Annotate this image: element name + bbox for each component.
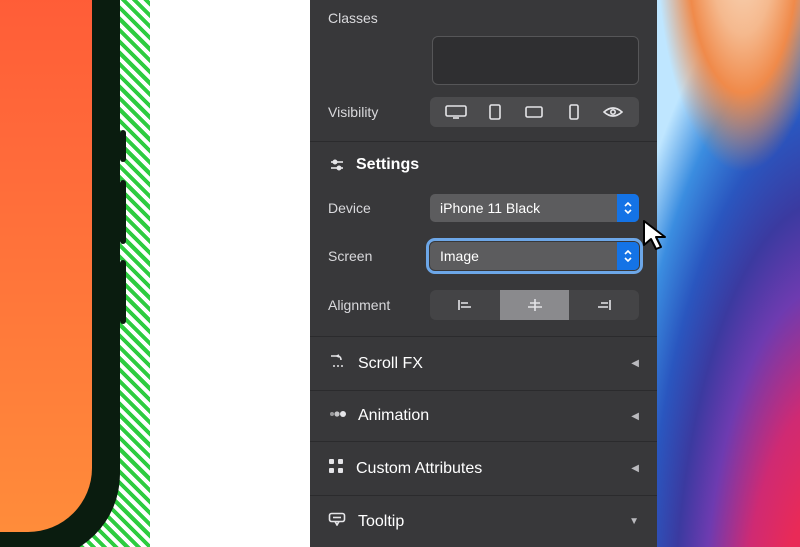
chevron-left-icon: ◀ <box>631 411 639 422</box>
visibility-toggle-group <box>430 97 639 127</box>
settings-title: Settings <box>356 156 419 174</box>
tooltip-section-header[interactable]: Tooltip ▼ <box>310 495 657 547</box>
sliders-icon <box>328 156 346 174</box>
chevron-down-icon: ▼ <box>629 516 639 527</box>
scrollfx-section-header[interactable]: Scroll FX ◀ <box>310 336 657 390</box>
phone-mute-switch <box>120 130 126 162</box>
device-label: Device <box>328 200 430 216</box>
inspector-panel: Classes Visibility Settings Device iPhon… <box>310 0 657 547</box>
visibility-eye-icon[interactable] <box>600 102 626 122</box>
device-preview-column: 274 gs 12 al <box>0 0 150 547</box>
align-center-button[interactable] <box>500 290 570 320</box>
visibility-phone-icon[interactable] <box>561 102 587 122</box>
device-select[interactable]: iPhone 11 Black <box>430 194 639 222</box>
alignment-segmented <box>430 290 639 320</box>
custom-attributes-section-header[interactable]: Custom Attributes ◀ <box>310 441 657 495</box>
animation-title: Animation <box>358 407 429 425</box>
settings-section-header[interactable]: Settings <box>310 142 657 184</box>
tooltip-title: Tooltip <box>358 513 404 531</box>
chevron-left-icon: ◀ <box>631 463 639 474</box>
phone-frame: 274 gs 12 al <box>0 0 120 547</box>
phone-volume-up <box>120 180 126 244</box>
align-left-button[interactable] <box>430 290 500 320</box>
scrollfx-icon <box>328 353 346 374</box>
visibility-tablet-portrait-icon[interactable] <box>482 102 508 122</box>
classes-input[interactable] <box>432 36 639 85</box>
classes-label: Classes <box>328 10 430 26</box>
align-right-button[interactable] <box>569 290 639 320</box>
screen-label: Screen <box>328 248 430 264</box>
canvas-gap <box>150 0 310 547</box>
visibility-tablet-landscape-icon[interactable] <box>521 102 547 122</box>
desktop-wallpaper <box>657 0 800 547</box>
custom-attributes-title: Custom Attributes <box>356 460 482 478</box>
animation-section-header[interactable]: Animation ◀ <box>310 390 657 441</box>
phone-screen: 274 gs 12 al <box>0 0 92 532</box>
animation-icon <box>328 407 346 425</box>
custom-attributes-icon <box>328 458 344 479</box>
select-stepper-icon <box>617 242 639 270</box>
alignment-label: Alignment <box>328 297 430 313</box>
device-select-value: iPhone 11 Black <box>440 200 540 216</box>
chevron-left-icon: ◀ <box>631 358 639 369</box>
select-stepper-icon <box>617 194 639 222</box>
phone-volume-down <box>120 260 126 324</box>
tooltip-icon <box>328 512 346 531</box>
visibility-label: Visibility <box>328 104 430 120</box>
screen-select[interactable]: Image <box>430 242 639 270</box>
scrollfx-title: Scroll FX <box>358 355 423 373</box>
screen-select-value: Image <box>440 248 479 264</box>
visibility-desktop-icon[interactable] <box>443 102 469 122</box>
